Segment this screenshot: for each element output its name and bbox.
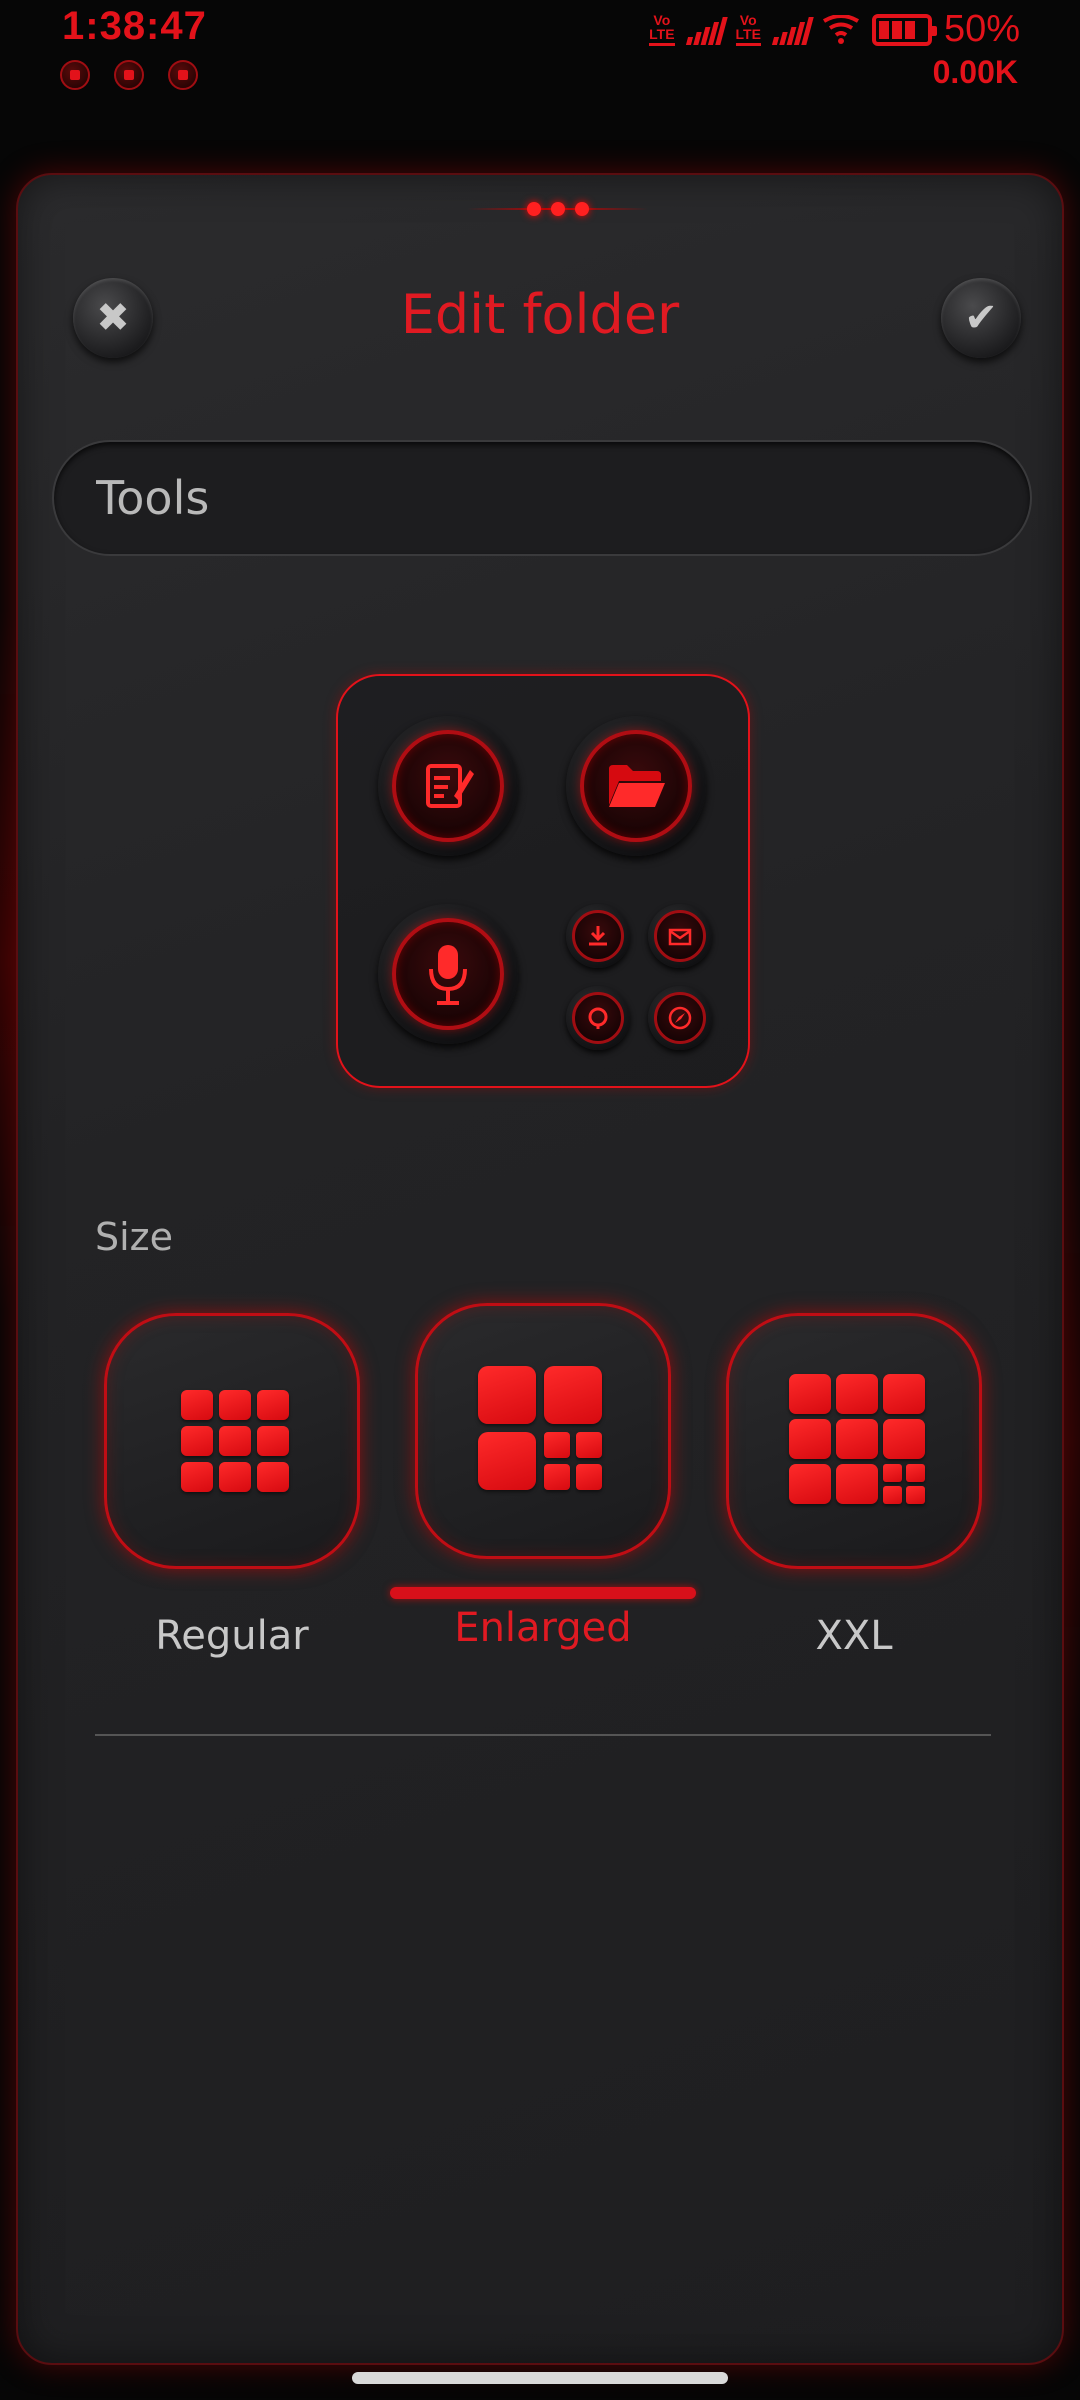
signal-icon-2 <box>771 15 814 45</box>
size-option-enlarged[interactable]: Enlarged <box>390 1303 696 1651</box>
check-icon: ✔ <box>964 295 998 341</box>
signal-icon <box>685 15 728 45</box>
files-folder-icon <box>566 716 706 856</box>
edit-folder-sheet: ✖ Edit folder ✔ Tools Size Regular Enlar… <box>16 173 1064 2365</box>
battery-percent: 50% <box>943 8 1020 50</box>
telegram-icon <box>114 60 144 90</box>
battery-icon <box>871 13 937 46</box>
inbox-icon <box>168 60 198 90</box>
downloads-icon <box>566 904 630 968</box>
theme-icon <box>566 986 630 1050</box>
folder-preview[interactable] <box>336 674 750 1088</box>
whatsapp-icon <box>60 60 90 90</box>
status-icons: Vo LTE Vo LTE 50% <box>649 8 1020 51</box>
notes-icon <box>378 716 518 856</box>
network-speed: 0.00K <box>932 54 1018 90</box>
xxl-grid-icon <box>726 1313 982 1569</box>
selected-indicator <box>390 1587 696 1599</box>
size-option-label: Enlarged <box>454 1605 632 1651</box>
status-time: 1:38:47 <box>62 4 207 48</box>
gesture-nav-bar[interactable] <box>352 2372 728 2384</box>
voice-recorder-icon <box>378 904 518 1044</box>
volte-icon: Vo LTE <box>649 13 675 46</box>
enlarged-grid-icon <box>415 1303 671 1559</box>
dialog-title: Edit folder <box>400 283 680 346</box>
folder-name-input[interactable] <box>96 471 1030 525</box>
size-option-label: Regular <box>155 1613 309 1659</box>
divider <box>95 1734 991 1736</box>
notification-icons <box>60 60 198 90</box>
drag-handle[interactable] <box>468 199 648 219</box>
folder-name-field[interactable] <box>52 440 1032 556</box>
confirm-button[interactable]: ✔ <box>941 278 1021 358</box>
size-option-label: XXL <box>815 1613 893 1659</box>
size-label: Size <box>95 1215 174 1259</box>
size-option-xxl[interactable]: XXL <box>726 1313 982 1659</box>
wifi-icon <box>822 14 859 44</box>
compass-icon <box>648 986 712 1050</box>
email-icon <box>648 904 712 968</box>
volte-icon-2: Vo LTE <box>735 13 761 46</box>
size-option-regular[interactable]: Regular <box>104 1313 360 1659</box>
regular-grid-icon <box>104 1313 360 1569</box>
